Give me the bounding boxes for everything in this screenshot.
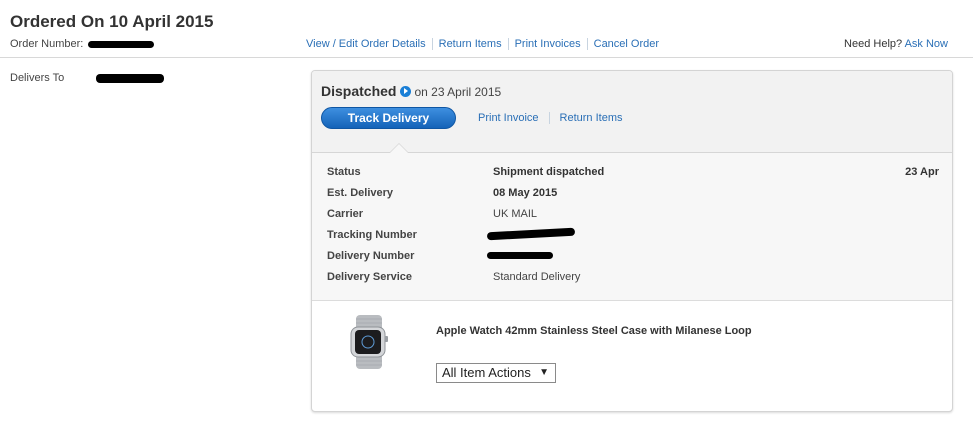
- shipment-actions: Print Invoice Return Items: [472, 112, 633, 124]
- return-items-link[interactable]: Return Items: [431, 38, 508, 50]
- detail-date: 23 Apr: [905, 166, 939, 178]
- detail-label: Delivery Number: [327, 250, 415, 262]
- header-divider: [0, 57, 973, 58]
- print-invoices-link[interactable]: Print Invoices: [507, 38, 587, 50]
- play-circle-icon[interactable]: [400, 85, 412, 97]
- shipment-header: Dispatched on 23 April 2015 Track Deliver…: [312, 71, 952, 154]
- detail-label: Carrier: [327, 208, 364, 220]
- detail-label: Tracking Number: [327, 229, 417, 241]
- apple-watch-product-image[interactable]: [347, 315, 391, 369]
- shipment-status: Dispatched: [321, 83, 397, 99]
- chevron-down-icon: ▼: [539, 367, 549, 378]
- shipment-status-date: on 23 April 2015: [414, 85, 502, 99]
- detail-value: 08 May 2015: [493, 187, 558, 199]
- detail-value: UK MAIL: [493, 208, 538, 220]
- item-title: Apple Watch 42mm Stainless Steel Case wi…: [436, 325, 752, 337]
- help-text: Need Help?: [844, 38, 903, 50]
- print-invoice-link[interactable]: Print Invoice: [472, 112, 549, 124]
- shipment-details: Status Shipment dispatched 23 Apr Est. D…: [312, 153, 952, 301]
- shipment-panel: Dispatched on 23 April 2015 Track Deliver…: [311, 70, 953, 412]
- page-title: Ordered On 10 April 2015: [10, 12, 214, 31]
- detail-label: Status: [327, 166, 361, 178]
- detail-label: Est. Delivery: [327, 187, 394, 199]
- delivers-to-label: Delivers To: [10, 72, 65, 84]
- detail-value: Shipment dispatched: [493, 166, 605, 178]
- tracking-number-redacted: [486, 227, 576, 241]
- detail-label: Delivery Service: [327, 271, 413, 283]
- ask-now-link[interactable]: Ask Now: [905, 38, 948, 50]
- item-actions-label: All Item Actions: [442, 365, 531, 380]
- delivery-number-redacted: [487, 252, 553, 259]
- cancel-order-link[interactable]: Cancel Order: [586, 38, 665, 50]
- view-edit-order-link[interactable]: View / Edit Order Details: [306, 38, 432, 50]
- order-number: Order Number:: [10, 38, 155, 50]
- order-number-label: Order Number:: [10, 38, 84, 50]
- delivery-address-redacted: [96, 74, 164, 83]
- help-area: Need Help? Ask Now: [844, 38, 948, 50]
- shipment-status-line: Dispatched on 23 April 2015: [321, 83, 501, 99]
- order-number-redacted: [88, 40, 155, 48]
- order-actions: View / Edit Order Details Return Items P…: [306, 38, 665, 50]
- shipment-return-items-link[interactable]: Return Items: [548, 112, 633, 124]
- item-actions-dropdown[interactable]: All Item Actions ▼: [436, 363, 556, 383]
- track-delivery-button[interactable]: Track Delivery: [321, 107, 456, 129]
- detail-value: Standard Delivery: [493, 271, 581, 283]
- order-item: Apple Watch 42mm Stainless Steel Case wi…: [312, 301, 952, 411]
